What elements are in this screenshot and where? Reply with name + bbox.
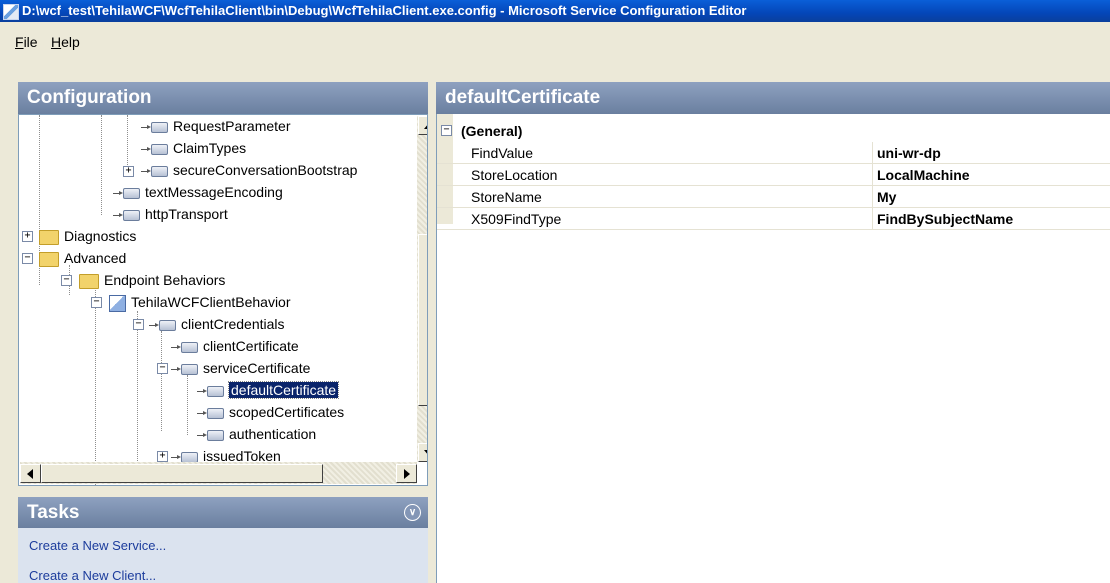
collapse-chevron-icon[interactable]: ∨: [404, 504, 421, 521]
window-title: D:\wcf_test\TehilaWCF\WcfTehilaClient\bi…: [22, 3, 747, 18]
tree-item-clientcredentials[interactable]: clientCredentials: [149, 313, 285, 335]
panel-splitter[interactable]: [428, 82, 436, 583]
collapse-node-icon[interactable]: −: [22, 253, 33, 264]
node-icon: [123, 209, 140, 221]
property-row-findvalue[interactable]: FindValue uni-wr-dp: [437, 142, 1110, 164]
tree-item-advanced[interactable]: Advanced: [39, 247, 126, 269]
tree-line: [137, 311, 138, 461]
tree-item-httptransport[interactable]: httpTransport: [113, 203, 228, 225]
create-new-service-link[interactable]: Create a New Service...: [29, 538, 166, 553]
node-icon: [159, 319, 176, 331]
folder-icon: [39, 251, 59, 267]
scroll-thumb[interactable]: [418, 234, 427, 406]
configuration-tree[interactable]: RequestParameter ClaimTypes + secureConv…: [18, 114, 428, 486]
tree-item-defaultcertificate[interactable]: defaultCertificate: [197, 379, 340, 401]
node-icon: [151, 165, 168, 177]
configuration-header: Configuration: [18, 82, 428, 114]
collapse-node-icon[interactable]: −: [91, 297, 102, 308]
properties-title: defaultCertificate: [445, 87, 601, 108]
tree-line: [187, 375, 188, 435]
folder-icon: [79, 273, 99, 289]
collapse-node-icon[interactable]: −: [133, 319, 144, 330]
tree-item-scopedcertificates[interactable]: scopedCertificates: [197, 401, 344, 423]
tree-line: [101, 115, 102, 215]
menu-help[interactable]: Help: [51, 34, 80, 50]
tasks-header: Tasks ∨: [18, 497, 428, 528]
tree-item-requestparameter[interactable]: RequestParameter: [141, 115, 291, 137]
tree-vertical-scrollbar[interactable]: [417, 116, 427, 462]
arrow-left-icon: [27, 469, 33, 479]
node-icon: [207, 407, 224, 419]
node-icon: [181, 341, 198, 353]
tree-item-diagnostics[interactable]: Diagnostics: [39, 225, 136, 247]
property-row-storelocation[interactable]: StoreLocation LocalMachine: [437, 164, 1110, 186]
expand-icon[interactable]: +: [157, 451, 168, 462]
behavior-icon: [109, 294, 126, 312]
tasks-panel: Create a New Service... Create a New Cli…: [18, 528, 428, 583]
expand-icon[interactable]: +: [123, 166, 134, 177]
node-icon: [207, 429, 224, 441]
scroll-down-button[interactable]: [418, 443, 427, 462]
tree-item-secureconversationbootstrap[interactable]: secureConversationBootstrap: [141, 159, 357, 181]
collapse-node-icon[interactable]: −: [61, 275, 72, 286]
tree-item-textmessageencoding[interactable]: textMessageEncoding: [113, 181, 283, 203]
scroll-right-button[interactable]: [396, 464, 417, 483]
tree-item-behavior[interactable]: TehilaWCFClientBehavior: [109, 291, 291, 313]
node-icon: [181, 363, 198, 375]
node-icon: [123, 187, 140, 199]
scroll-left-button[interactable]: [20, 464, 41, 483]
tree-item-authentication[interactable]: authentication: [197, 423, 316, 445]
expand-icon[interactable]: +: [22, 231, 33, 242]
property-row-storename[interactable]: StoreName My: [437, 186, 1110, 208]
tree-item-clientcertificate[interactable]: clientCertificate: [171, 335, 299, 357]
configuration-title: Configuration: [27, 87, 152, 108]
folder-icon: [39, 229, 59, 245]
tree-item-servicecertificate[interactable]: serviceCertificate: [171, 357, 310, 379]
collapse-category-icon[interactable]: −: [441, 125, 452, 136]
tree-line: [95, 285, 96, 485]
scroll-up-button[interactable]: [418, 116, 427, 135]
scroll-horizontal-thumb[interactable]: [41, 464, 323, 483]
property-category[interactable]: − (General): [437, 120, 1110, 142]
node-icon: [207, 385, 224, 397]
menu-bar: File Help: [0, 22, 1110, 62]
tree-horizontal-scrollbar[interactable]: [20, 462, 417, 484]
create-new-client-link[interactable]: Create a New Client...: [29, 568, 156, 583]
menu-file[interactable]: File: [15, 34, 38, 50]
tree-item-claimtypes[interactable]: ClaimTypes: [141, 137, 246, 159]
collapse-node-icon[interactable]: −: [157, 363, 168, 374]
property-grid: − (General) FindValue uni-wr-dp StoreLoc…: [436, 114, 1110, 583]
properties-header: defaultCertificate: [436, 82, 1110, 114]
node-icon: [151, 143, 168, 155]
node-icon: [151, 121, 168, 133]
title-bar: D:\wcf_test\TehilaWCF\WcfTehilaClient\bi…: [0, 0, 1110, 22]
tree-line: [161, 331, 162, 431]
tree-item-endpoint-behaviors[interactable]: Endpoint Behaviors: [79, 269, 225, 291]
app-icon: [3, 4, 19, 20]
arrow-right-icon: [404, 469, 410, 479]
tasks-title: Tasks: [27, 502, 80, 523]
property-row-x509findtype[interactable]: X509FindType FindBySubjectName: [437, 208, 1110, 230]
